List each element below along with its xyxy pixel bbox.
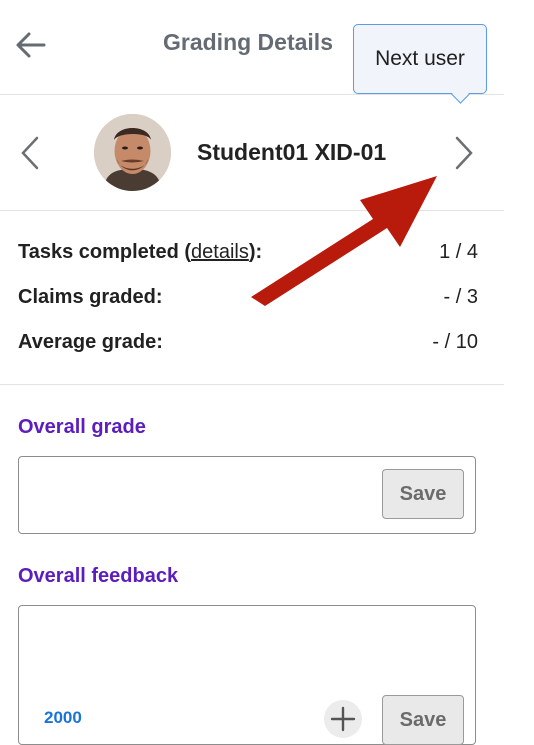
overall-grade-title: Overall grade [18,416,146,438]
claims-graded-label: Claims graded: [18,286,163,308]
student-navigator: Student01 XID-01 [0,95,504,211]
claims-graded-value: - / 3 [443,286,478,308]
chevron-left-icon[interactable] [17,135,43,171]
grading-stats: Tasks completed (details): 1 / 4 Claims … [0,211,504,385]
save-feedback-button[interactable]: Save [382,695,464,745]
details-link[interactable]: details [191,241,249,263]
grading-panel: Grading Details Student01 XID-01 Tasks c… [0,0,505,745]
tasks-label-text: Tasks completed ( [18,241,192,263]
word-count: 2000 [44,708,82,727]
average-grade-row: Average grade: - / 10 [18,331,478,361]
tasks-completed-row: Tasks completed (details): 1 / 4 [18,241,478,271]
overall-feedback-title: Overall feedback [18,565,179,587]
student-name: Student01 XID-01 [197,139,387,165]
chevron-right-icon[interactable] [451,135,477,171]
overall-feedback-textarea[interactable]: Save [18,605,476,745]
tasks-completed-value: 1 / 4 [439,241,478,263]
avatar [94,114,171,191]
overall-grade-input[interactable]: Save [18,456,476,534]
claims-graded-row: Claims graded: - / 3 [18,286,478,316]
average-grade-label: Average grade: [18,331,163,353]
save-grade-button[interactable]: Save [382,469,464,519]
average-grade-value: - / 10 [432,331,478,353]
tasks-completed-label: Tasks completed (details): [18,241,262,264]
next-user-tooltip: Next user [353,24,487,104]
tasks-label-suffix: ): [248,241,263,263]
plus-icon[interactable] [324,700,362,738]
tooltip-text: Next user [375,47,465,70]
